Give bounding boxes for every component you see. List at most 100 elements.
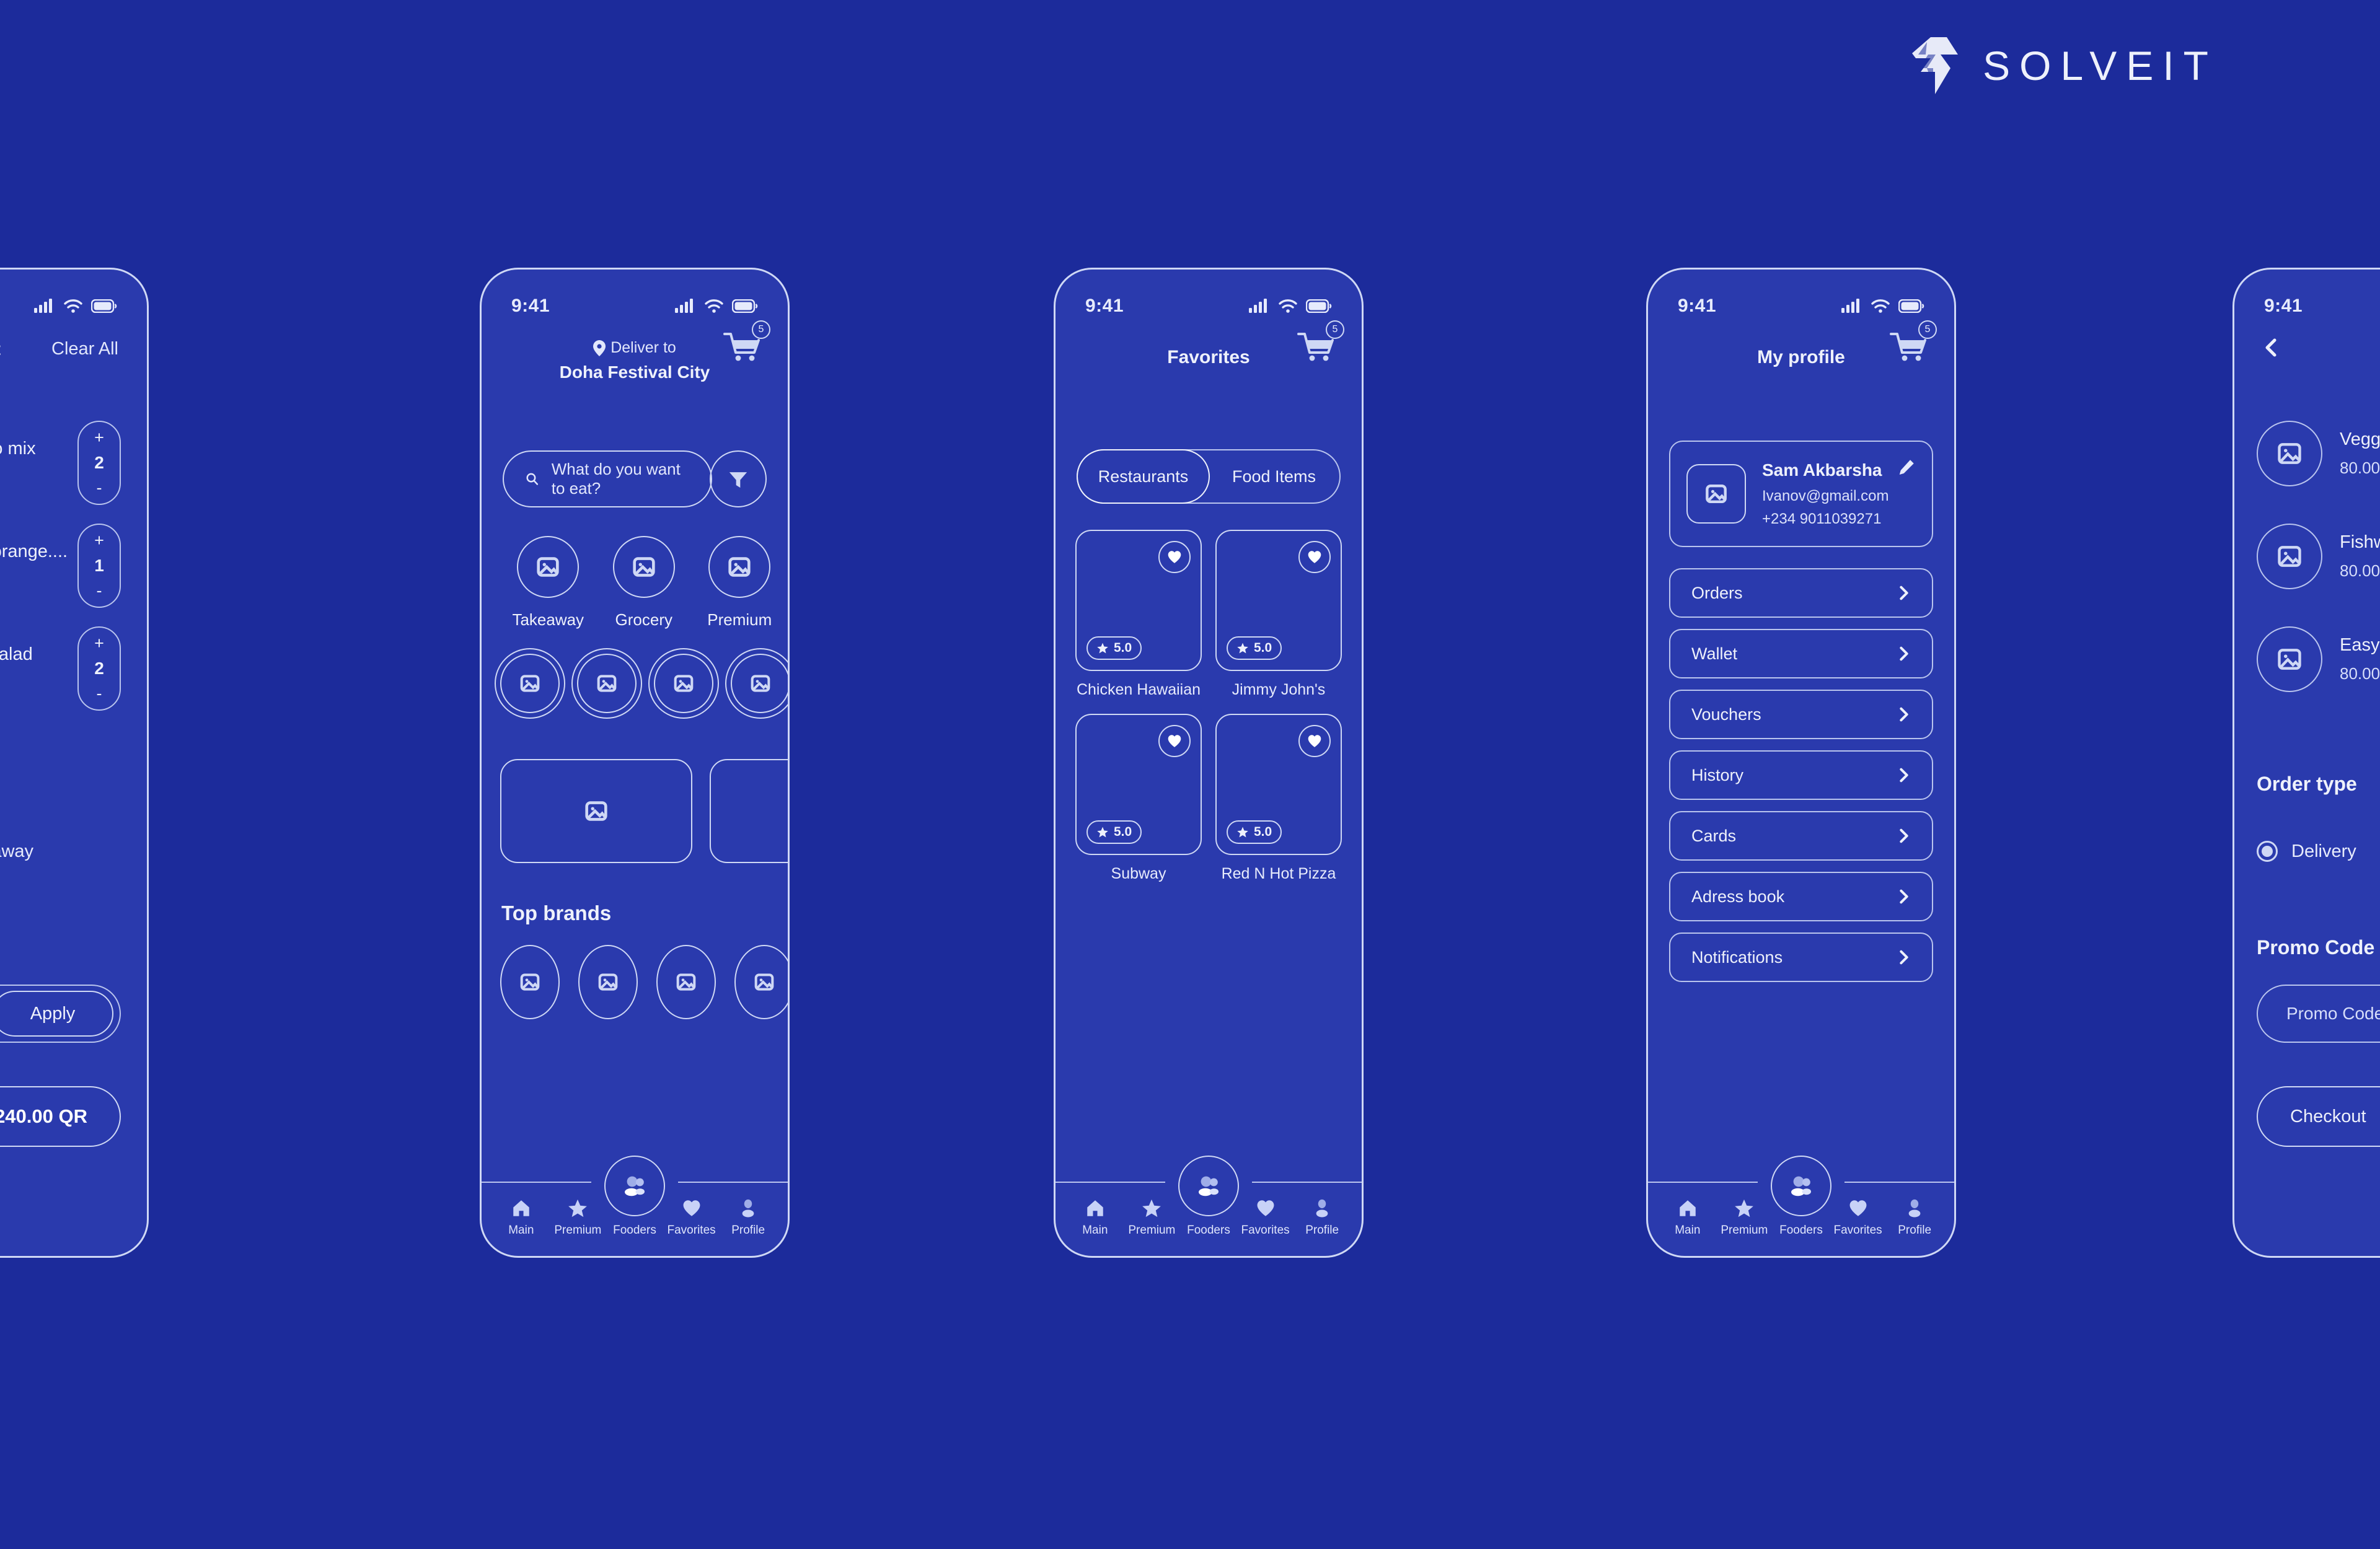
- order-type-takeaway[interactable]: Take away: [0, 841, 33, 862]
- nav-item-main[interactable]: Main: [1659, 1198, 1716, 1237]
- star-icon: [1141, 1198, 1162, 1219]
- avatar[interactable]: [1686, 464, 1746, 524]
- fooders-fab-button[interactable]: [1178, 1156, 1239, 1216]
- increment-button[interactable]: +: [94, 532, 104, 549]
- nav-item-premium[interactable]: Premium: [1716, 1198, 1773, 1237]
- filter-button[interactable]: [710, 450, 767, 507]
- nav-item-favorites[interactable]: Favorites: [1830, 1198, 1887, 1237]
- cart-button[interactable]: 5: [1297, 320, 1344, 368]
- brand-item[interactable]: [734, 945, 788, 1019]
- fooders-fab-button[interactable]: [1771, 1156, 1831, 1216]
- category-premium[interactable]: Premium: [692, 536, 788, 630]
- favorite-toggle-button[interactable]: [1158, 541, 1191, 573]
- favorite-item[interactable]: 5.0 Red N Hot Pizza: [1215, 714, 1342, 883]
- image-placeholder-icon: [597, 675, 617, 692]
- tab-restaurants[interactable]: Restaurants: [1077, 449, 1210, 504]
- quantity-stepper[interactable]: + 1 -: [77, 524, 121, 608]
- back-button[interactable]: [2263, 336, 2279, 363]
- quantity-stepper[interactable]: + 2 -: [77, 626, 121, 711]
- radio-delivery[interactable]: [2257, 841, 2278, 862]
- menu-item-notifications[interactable]: Notifications: [1669, 932, 1933, 982]
- menu-item-address-book[interactable]: Adress book: [1669, 872, 1933, 921]
- category-row: Takeaway Grocery Premium: [500, 536, 788, 630]
- brand-item[interactable]: [500, 945, 560, 1019]
- favorite-card[interactable]: 5.0: [1215, 530, 1342, 671]
- checkout-row[interactable]: Veggie tomato mix 80.00 QR: [2257, 421, 2380, 486]
- nav-item-profile[interactable]: Profile: [1294, 1198, 1351, 1237]
- favorite-toggle-button[interactable]: [1298, 541, 1331, 573]
- battery-icon: [1898, 299, 1924, 313]
- battery-icon: [91, 299, 117, 313]
- category-grocery[interactable]: Grocery: [596, 536, 692, 630]
- favorite-card[interactable]: 5.0: [1215, 714, 1342, 855]
- nav-item-premium[interactable]: Premium: [550, 1198, 607, 1237]
- cart-row[interactable]: Fishwith mix orange.... 80.00 QR + 1 -: [0, 524, 121, 608]
- checkout-row[interactable]: Fishwith mix orange.... 80.00 QR: [2257, 524, 2380, 589]
- decrement-button[interactable]: -: [97, 685, 102, 702]
- cart-badge: 5: [752, 320, 770, 339]
- promo-code-field[interactable]: Promo Code: [2257, 985, 2380, 1043]
- decrement-button[interactable]: -: [97, 582, 102, 599]
- favorite-card[interactable]: 5.0: [1075, 530, 1202, 671]
- checkout-row[interactable]: Easy Greek Salad 80.00 QR: [2257, 626, 2380, 692]
- story-item[interactable]: [495, 648, 565, 719]
- favorite-item[interactable]: 5.0 Subway: [1075, 714, 1202, 883]
- cart-badge: 5: [1326, 320, 1344, 339]
- fooders-fab-button[interactable]: [604, 1156, 665, 1216]
- favorite-name: Chicken Hawaiian: [1076, 681, 1201, 698]
- category-takeaway[interactable]: Takeaway: [500, 536, 596, 630]
- search-input[interactable]: What do you want to eat?: [503, 450, 712, 507]
- increment-button[interactable]: +: [94, 429, 104, 446]
- favorite-toggle-button[interactable]: [1298, 725, 1331, 757]
- heart-icon: [1168, 735, 1181, 747]
- cart-button[interactable]: 5: [723, 320, 770, 368]
- checkout-button[interactable]: Checkout: [2257, 1086, 2380, 1147]
- solveit-bolt-logo-icon: [1912, 37, 1959, 94]
- clear-all-button[interactable]: Clear All: [51, 339, 118, 359]
- story-item[interactable]: [725, 648, 788, 719]
- tab-food-items[interactable]: Food Items: [1209, 450, 1339, 502]
- menu-item-history[interactable]: History: [1669, 750, 1933, 800]
- nav-item-favorites[interactable]: Favorites: [1237, 1198, 1294, 1237]
- promo-code-field[interactable]: Promo Code Apply: [0, 985, 121, 1043]
- bottom-navigation: Main Premium Fooders Favorites Profile: [1056, 1156, 1362, 1256]
- brand-item[interactable]: [656, 945, 716, 1019]
- apply-button[interactable]: Apply: [0, 991, 113, 1037]
- cart-row[interactable]: Veggie tomato mix 80.00 QR + 2 -: [0, 421, 121, 505]
- cart-button[interactable]: 5: [1890, 320, 1937, 368]
- menu-item-vouchers[interactable]: Vouchers: [1669, 690, 1933, 739]
- nav-item-main[interactable]: Main: [493, 1198, 550, 1237]
- nav-item-premium[interactable]: Premium: [1124, 1198, 1181, 1237]
- promo-banner[interactable]: [710, 759, 788, 863]
- menu-item-wallet[interactable]: Wallet: [1669, 629, 1933, 678]
- person-icon: [1904, 1198, 1925, 1219]
- favorite-item[interactable]: 5.0 Chicken Hawaiian: [1075, 530, 1202, 699]
- favorite-item[interactable]: 5.0 Jimmy John's: [1215, 530, 1342, 699]
- menu-item-cards[interactable]: Cards: [1669, 811, 1933, 861]
- increment-button[interactable]: +: [94, 635, 104, 652]
- quantity-stepper[interactable]: + 2 -: [77, 421, 121, 505]
- decrement-button[interactable]: -: [97, 480, 102, 496]
- status-time: 9:41: [1678, 296, 1717, 316]
- cart-row[interactable]: Easy Greek Salad 80.00 QR + 2 -: [0, 626, 121, 711]
- edit-profile-button[interactable]: [1897, 458, 1916, 480]
- favorite-toggle-button[interactable]: [1158, 725, 1191, 757]
- promo-code-input[interactable]: Promo Code: [2286, 1004, 2380, 1024]
- promo-banner[interactable]: [500, 759, 692, 863]
- home-icon: [511, 1198, 532, 1219]
- nav-item-favorites[interactable]: Favorites: [663, 1198, 720, 1237]
- nav-item-profile[interactable]: Profile: [720, 1198, 777, 1237]
- image-placeholder-icon: [754, 973, 774, 991]
- order-type-delivery[interactable]: Delivery: [2257, 841, 2356, 862]
- story-item[interactable]: [648, 648, 719, 719]
- nav-item-profile[interactable]: Profile: [1886, 1198, 1943, 1237]
- menu-label: Orders: [1691, 583, 1743, 602]
- menu-item-orders[interactable]: Orders: [1669, 568, 1933, 618]
- bottom-navigation: Main Premium Fooders Favorites Profile: [482, 1156, 788, 1256]
- story-item[interactable]: [571, 648, 642, 719]
- checkout-button[interactable]: Checkout 240.00 QR: [0, 1086, 121, 1147]
- nav-label: Premium: [554, 1224, 602, 1237]
- brand-item[interactable]: [578, 945, 638, 1019]
- favorite-card[interactable]: 5.0: [1075, 714, 1202, 855]
- nav-item-main[interactable]: Main: [1067, 1198, 1124, 1237]
